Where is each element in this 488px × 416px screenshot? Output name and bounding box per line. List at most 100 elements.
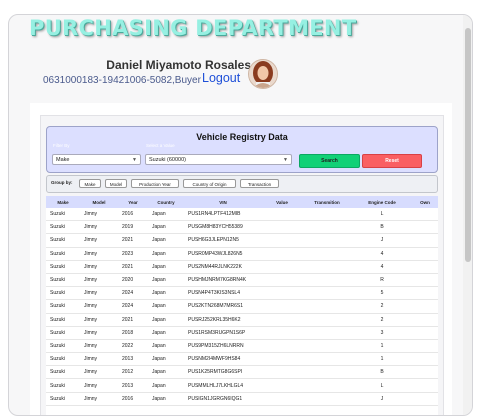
table-cell: Suzuki bbox=[46, 247, 80, 261]
group-by-year-button[interactable]: Production Year bbox=[131, 179, 179, 188]
table-cell bbox=[262, 220, 302, 235]
table-cell: PUS1RN4LPTF412MIB bbox=[184, 208, 262, 222]
table-cell: B bbox=[352, 365, 412, 380]
table-cell: 2018 bbox=[118, 326, 148, 340]
table-cell bbox=[262, 378, 302, 393]
table-cell: 2024 bbox=[118, 286, 148, 301]
table-row[interactable]: Suzuki Jimny 2016 Japan PUS1RN4LPTF412MIB L bbox=[46, 208, 438, 222]
vehicle-table-container[interactable]: Make Model Year Country VIN Value Transmition E… bbox=[46, 196, 438, 415]
reset-button[interactable]: Reset bbox=[362, 154, 422, 168]
table-cell: Suzuki bbox=[46, 365, 80, 380]
column-header[interactable]: Year bbox=[118, 196, 148, 208]
table-row[interactable]: Suzuki Jimny 2024 Japan PUS2KTN268M7MR6S1 2 bbox=[46, 299, 438, 314]
table-row[interactable]: Suzuki Jimny 2013 Japan PUSMMLHLJ7LKHLGL4 L bbox=[46, 378, 438, 393]
group-by-transaction-button[interactable]: Transaction bbox=[240, 179, 279, 188]
table-cell: Japan bbox=[148, 378, 184, 393]
table-cell: Japan bbox=[148, 365, 184, 380]
table-cell: Suzuki bbox=[46, 233, 80, 248]
table-cell: B bbox=[352, 220, 412, 235]
column-header[interactable]: Own bbox=[412, 196, 438, 208]
table-cell bbox=[262, 352, 302, 367]
table-cell bbox=[262, 247, 302, 261]
table-cell bbox=[302, 326, 352, 340]
table-cell: Jimny bbox=[80, 220, 118, 235]
table-cell bbox=[262, 286, 302, 301]
table-cell: 2019 bbox=[118, 220, 148, 235]
table-cell: PUS1RSM3RUGPN1S6P bbox=[184, 326, 262, 340]
table-cell bbox=[412, 286, 438, 301]
column-header[interactable]: Transmition bbox=[302, 196, 352, 208]
table-cell bbox=[302, 299, 352, 314]
table-cell: Japan bbox=[148, 273, 184, 288]
column-header[interactable]: Value bbox=[262, 196, 302, 208]
column-header[interactable]: Make bbox=[46, 196, 80, 208]
scrollbar-thumb[interactable] bbox=[465, 28, 471, 262]
table-cell: PUSR0MP43WJL826N5 bbox=[184, 247, 262, 261]
column-header[interactable]: VIN bbox=[184, 196, 262, 208]
search-button[interactable]: Search bbox=[299, 154, 360, 168]
table-row[interactable]: Suzuki Jimny 2020 Japan PUSHMJNRM7KG8RN4K R bbox=[46, 273, 438, 288]
table-cell: 2016 bbox=[118, 208, 148, 222]
table-row[interactable]: Suzuki Jimny 2024 Japan PUSN4P4T3KIS3NSL4 5 bbox=[46, 286, 438, 301]
table-row[interactable]: Suzuki Jimny 2019 Japan PUSGM8H83YCH55389 B bbox=[46, 220, 438, 235]
page-title: PURCHASING DEPARTMENT bbox=[29, 16, 357, 40]
table-cell bbox=[302, 260, 352, 274]
table-cell bbox=[302, 365, 352, 380]
table-cell bbox=[302, 273, 352, 288]
table-cell: Jimny bbox=[80, 352, 118, 367]
table-row[interactable]: Suzuki Jimny 2023 Japan PUSR0MP43WJL826N5 4 bbox=[46, 247, 438, 261]
table-cell: PUSMMLHLJ7LKHLGL4 bbox=[184, 378, 262, 393]
scrollbar[interactable] bbox=[463, 15, 472, 415]
table-cell bbox=[412, 233, 438, 248]
table-cell: Jimny bbox=[80, 260, 118, 274]
group-by-country-button[interactable]: Country of Origin bbox=[183, 179, 236, 188]
filter-field-select[interactable]: Make ▼ bbox=[52, 154, 141, 165]
table-row[interactable]: Suzuki Jimny 2012 Japan PUS1K25RMTG8G6SPI B bbox=[46, 365, 438, 380]
group-by-model-button[interactable]: Model bbox=[105, 179, 127, 188]
table-cell: PUSNM2I4MWF9HS84 bbox=[184, 352, 262, 367]
table-cell: PUS2KTN268M7MR6S1 bbox=[184, 299, 262, 314]
table-cell bbox=[302, 339, 352, 354]
table-cell: Suzuki bbox=[46, 260, 80, 274]
filter-value-select[interactable]: Suzuki (60000) ▼ bbox=[145, 154, 292, 165]
table-cell: Japan bbox=[148, 247, 184, 261]
table-row[interactable]: Suzuki Jimny 2013 Japan PUSNM2I4MWF9HS84 1 bbox=[46, 352, 438, 367]
table-row[interactable]: Suzuki Jimny 2021 Japan PUSH6G3JLEPN12N5 J bbox=[46, 233, 438, 248]
column-header[interactable]: Model bbox=[80, 196, 118, 208]
table-cell: J bbox=[352, 392, 412, 406]
table-row[interactable]: Suzuki Jimny 2021 Japan PUSRJ252KRL35H6K2 2 bbox=[46, 313, 438, 327]
filter-by-label: Filter By bbox=[53, 143, 70, 148]
table-row[interactable]: Suzuki Jimny 2022 Japan PUS9PM315ZH6LNRRN 1 bbox=[46, 339, 438, 354]
table-cell: Japan bbox=[148, 326, 184, 340]
column-header[interactable]: Country bbox=[148, 196, 184, 208]
table-cell: Jimny bbox=[80, 299, 118, 314]
table-cell: 2013 bbox=[118, 378, 148, 393]
table-cell: Jimny bbox=[80, 339, 118, 354]
table-cell: Jimny bbox=[80, 378, 118, 393]
chevron-down-icon: ▼ bbox=[132, 157, 137, 163]
table-cell: Jimny bbox=[80, 313, 118, 327]
table-cell bbox=[412, 220, 438, 235]
table-cell: Japan bbox=[148, 286, 184, 301]
filter-value-label: Select a Value bbox=[146, 143, 175, 148]
table-cell: Jimny bbox=[80, 326, 118, 340]
table-cell bbox=[262, 260, 302, 274]
table-cell: Suzuki bbox=[46, 352, 80, 367]
table-cell: PUS1K25RMTG8G6SPI bbox=[184, 365, 262, 380]
table-cell bbox=[412, 378, 438, 393]
logout-link[interactable]: Logout bbox=[202, 71, 240, 85]
table-cell: Japan bbox=[148, 233, 184, 248]
table-cell: Japan bbox=[148, 313, 184, 327]
group-by-bar: Group by: Make Model Production Year Cou… bbox=[46, 175, 438, 193]
table-cell: Japan bbox=[148, 208, 184, 222]
table-cell bbox=[262, 273, 302, 288]
table-cell: Japan bbox=[148, 352, 184, 367]
group-by-make-button[interactable]: Make bbox=[79, 179, 101, 188]
column-header[interactable]: Engine Code bbox=[352, 196, 412, 208]
avatar-photo-icon bbox=[249, 60, 277, 88]
table-cell bbox=[302, 378, 352, 393]
table-row[interactable]: Suzuki Jimny 2021 Japan PUS2NM44RJLNK222K 4 bbox=[46, 260, 438, 274]
table-row[interactable]: Suzuki Jimny 2016 Japan PUSIGN1JGRGN6IQG1 J bbox=[46, 392, 438, 406]
table-row[interactable]: Suzuki Jimny 2018 Japan PUS1RSM3RUGPN1S6P 3 bbox=[46, 326, 438, 340]
filter-value-text: Suzuki (60000) bbox=[149, 157, 186, 163]
